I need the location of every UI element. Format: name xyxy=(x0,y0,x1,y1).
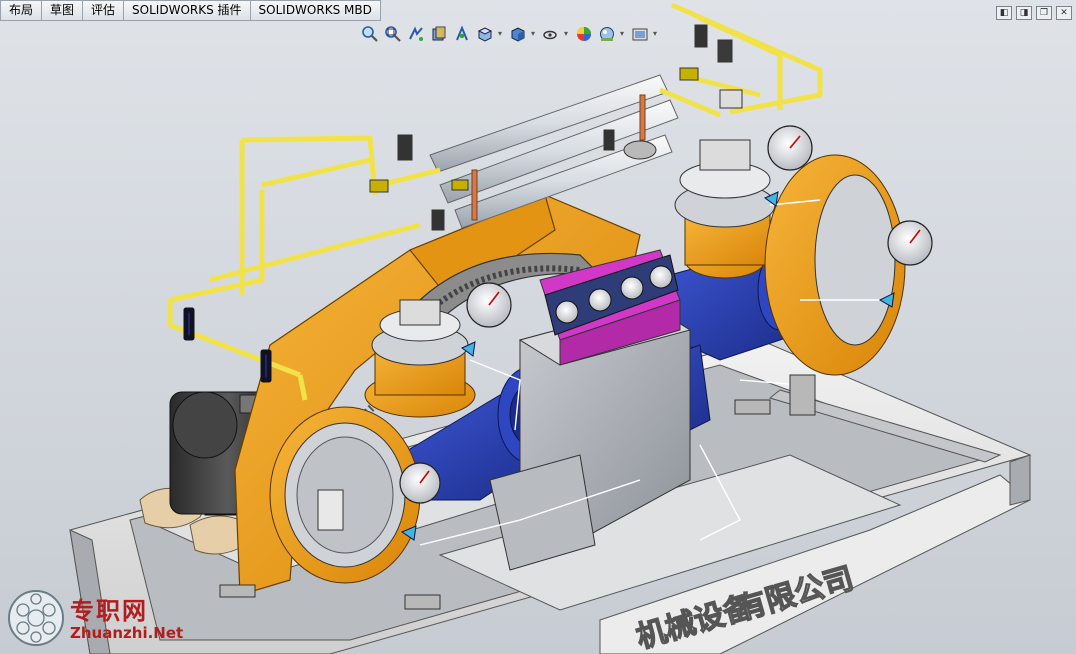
apply-scene-icon[interactable] xyxy=(597,24,617,44)
display-style-dropdown-icon[interactable]: ▾ xyxy=(531,24,538,48)
tab-sketch[interactable]: 草图 xyxy=(42,0,84,21)
tile-icon[interactable]: ◨ xyxy=(1016,6,1032,20)
graphics-area[interactable]: 布局 草图 评估 SOLIDWORKS 插件 SOLIDWORKS MBD ◧ … xyxy=(0,0,1076,654)
cylinder-head-right[interactable] xyxy=(674,139,776,279)
section-view-icon[interactable] xyxy=(429,24,449,44)
zhuanzhi-logo-icon xyxy=(8,590,64,646)
command-manager-tabs: 布局 草图 评估 SOLIDWORKS 插件 SOLIDWORKS MBD xyxy=(0,0,381,21)
maximize-icon[interactable]: ❐ xyxy=(1036,6,1052,20)
zoom-to-area-icon[interactable] xyxy=(383,24,403,44)
flange-disc-right[interactable] xyxy=(764,154,906,376)
tab-evaluate[interactable]: 评估 xyxy=(83,0,125,21)
previous-view-icon[interactable] xyxy=(406,24,426,44)
apply-scene-dropdown-icon[interactable]: ▾ xyxy=(620,24,627,48)
dynamic-annotation-icon[interactable] xyxy=(452,24,472,44)
view-orientation-dropdown-icon[interactable]: ▾ xyxy=(498,24,505,48)
close-icon[interactable]: ✕ xyxy=(1056,6,1072,20)
compressor-assembly-model[interactable]: 有限公司 机械设备 xyxy=(0,0,1076,654)
window-controls: ◧ ◨ ❐ ✕ xyxy=(996,6,1072,20)
edit-appearance-icon[interactable] xyxy=(574,24,594,44)
tab-solidworks-mbd[interactable]: SOLIDWORKS MBD xyxy=(250,0,381,21)
watermark-en: Zhuanzhi.Net xyxy=(70,624,184,642)
heads-up-view-toolbar: ▾ ▾ ▾ ▾ ▾ xyxy=(360,24,660,48)
view-orientation-icon[interactable] xyxy=(475,24,495,44)
tab-solidworks-addins[interactable]: SOLIDWORKS 插件 xyxy=(124,0,251,21)
restore-icon[interactable]: ◧ xyxy=(996,6,1012,20)
watermark-cn: 专职网 xyxy=(70,596,148,625)
zoom-to-fit-icon[interactable] xyxy=(360,24,380,44)
display-style-icon[interactable] xyxy=(508,24,528,44)
view-settings-icon[interactable] xyxy=(630,24,650,44)
hide-show-items-icon[interactable] xyxy=(541,24,561,44)
tab-layout[interactable]: 布局 xyxy=(0,0,43,21)
flange-disc-left[interactable] xyxy=(269,406,421,584)
view-settings-dropdown-icon[interactable]: ▾ xyxy=(653,24,660,48)
hide-show-dropdown-icon[interactable]: ▾ xyxy=(564,24,571,48)
watermark: 专职网 Zhuanzhi.Net xyxy=(70,596,184,643)
